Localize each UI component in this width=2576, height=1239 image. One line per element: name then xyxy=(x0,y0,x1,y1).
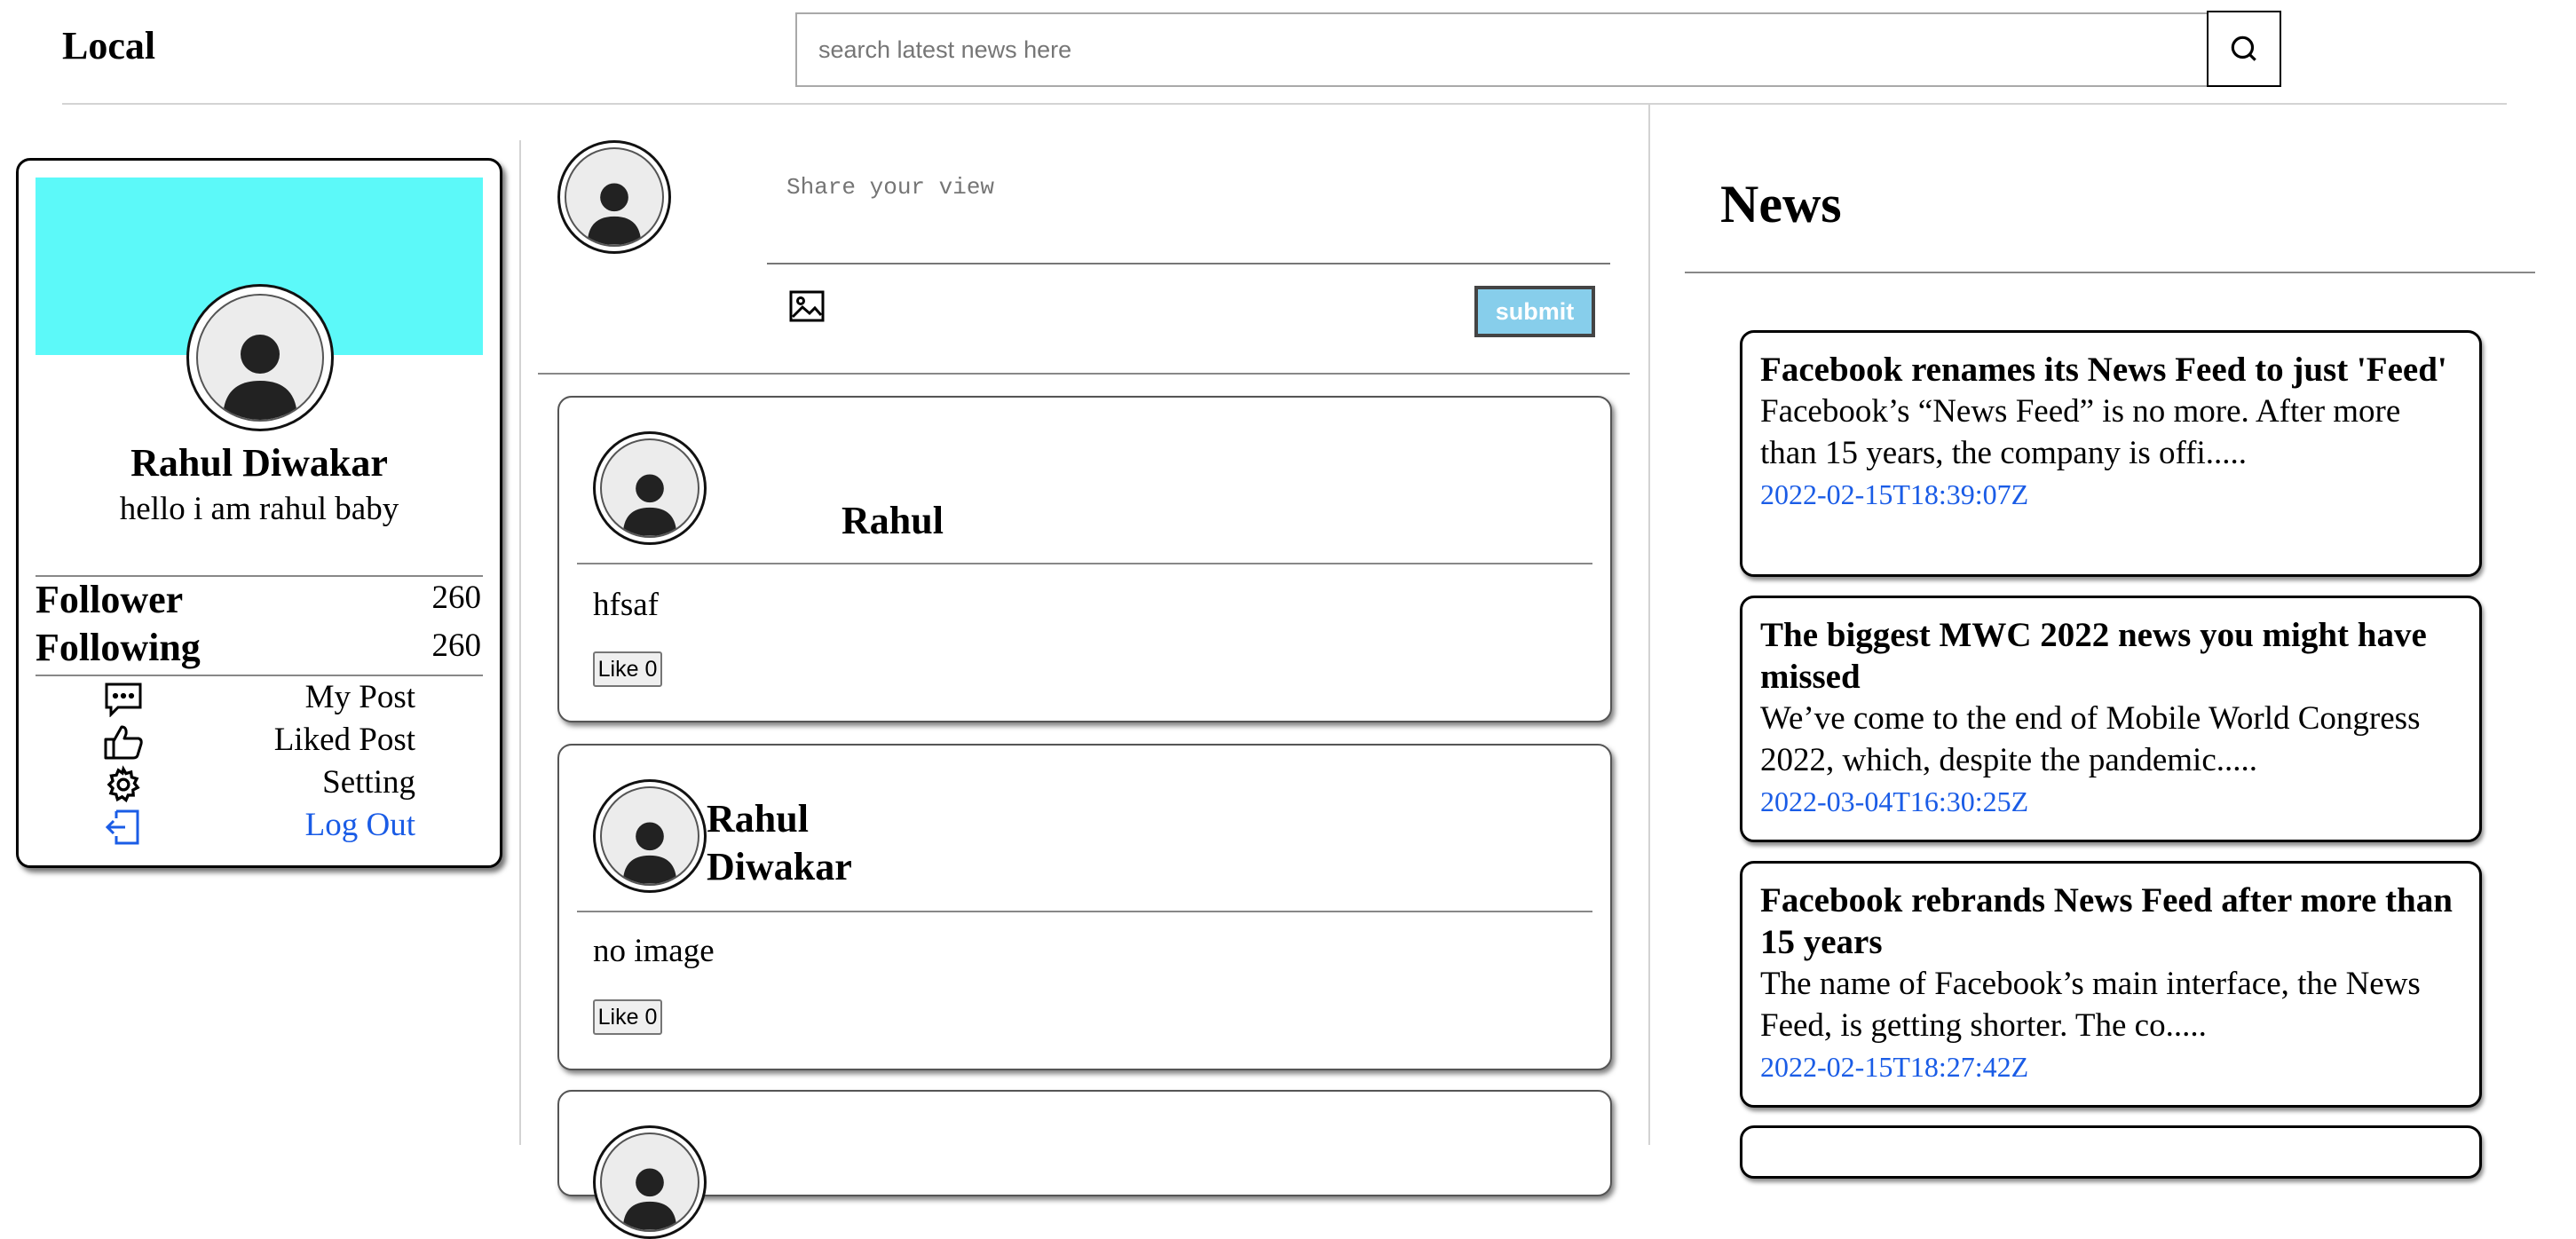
stats-divider xyxy=(36,675,483,676)
news-item-date: 2022-02-15T18:27:42Z xyxy=(1760,1051,2029,1083)
header-divider xyxy=(62,103,2507,105)
menu-log-out[interactable]: Log Out xyxy=(178,806,415,844)
like-button[interactable]: Like 0 xyxy=(593,999,662,1035)
composer-divider xyxy=(538,373,1630,375)
menu-liked-post[interactable]: Liked Post xyxy=(178,721,415,759)
submit-button[interactable]: submit xyxy=(1474,286,1595,337)
like-button[interactable]: Like 0 xyxy=(593,651,662,687)
news-item-title: The biggest MWC 2022 news you might have… xyxy=(1760,616,2427,696)
post-card xyxy=(557,744,1612,1070)
news-item-date: 2022-03-04T16:30:25Z xyxy=(1760,785,2029,817)
menu-setting[interactable]: Setting xyxy=(178,763,415,801)
post-card xyxy=(557,396,1612,722)
news-item-description: We’ve come to the end of Mobile World Co… xyxy=(1760,700,2421,778)
comment-dots-icon[interactable] xyxy=(101,680,146,719)
image-icon[interactable] xyxy=(786,288,827,325)
gear-icon[interactable] xyxy=(101,765,146,804)
profile-bio: hello i am rahul baby xyxy=(119,491,399,527)
news-divider xyxy=(1685,272,2535,273)
post-avatar xyxy=(593,1125,707,1239)
brand-title: Local xyxy=(62,24,156,67)
post-author: Rahul Diwakar xyxy=(707,797,852,888)
post-text: no image xyxy=(593,933,715,969)
news-card[interactable]: Facebook renames its News Feed to just '… xyxy=(1740,330,2482,577)
share-view-input[interactable] xyxy=(767,165,1610,264)
composer-avatar xyxy=(557,140,671,254)
search-button[interactable] xyxy=(2207,11,2281,87)
profile-avatar xyxy=(186,284,334,431)
following-label: Following xyxy=(36,626,201,669)
left-column-divider xyxy=(519,140,521,1145)
news-card[interactable]: The biggest MWC 2022 news you might have… xyxy=(1740,596,2482,842)
news-card[interactable] xyxy=(1740,1125,2482,1179)
search-input[interactable] xyxy=(795,12,2208,87)
follower-count: 260 xyxy=(431,580,482,616)
post-card xyxy=(557,1090,1612,1196)
following-count: 260 xyxy=(431,627,482,664)
post-text: hfsaf xyxy=(593,587,659,623)
news-item-title: Facebook rebrands News Feed after more t… xyxy=(1760,881,2453,961)
profile-name: Rahul Diwakar xyxy=(130,441,388,485)
news-item-title: Facebook renames its News Feed to just '… xyxy=(1760,351,2447,389)
post-avatar xyxy=(593,431,707,545)
news-item-description: The name of Facebook’s main interface, t… xyxy=(1760,966,2421,1044)
news-heading: News xyxy=(1720,175,1842,233)
thumbs-up-icon[interactable] xyxy=(101,722,146,762)
news-item-date: 2022-02-15T18:39:07Z xyxy=(1760,478,2029,510)
post-divider xyxy=(577,563,1592,564)
post-avatar xyxy=(593,779,707,893)
news-item-description: Facebook’s “News Feed” is no more. After… xyxy=(1760,393,2401,471)
post-divider xyxy=(577,911,1592,912)
news-card[interactable]: Facebook rebrands News Feed after more t… xyxy=(1740,861,2482,1108)
post-author: Rahul xyxy=(842,499,944,542)
search-icon xyxy=(2227,32,2261,66)
follower-label: Follower xyxy=(36,578,184,621)
right-column-divider xyxy=(1648,103,1650,1145)
menu-my-post[interactable]: My Post xyxy=(178,678,415,716)
logout-icon[interactable] xyxy=(101,808,146,847)
